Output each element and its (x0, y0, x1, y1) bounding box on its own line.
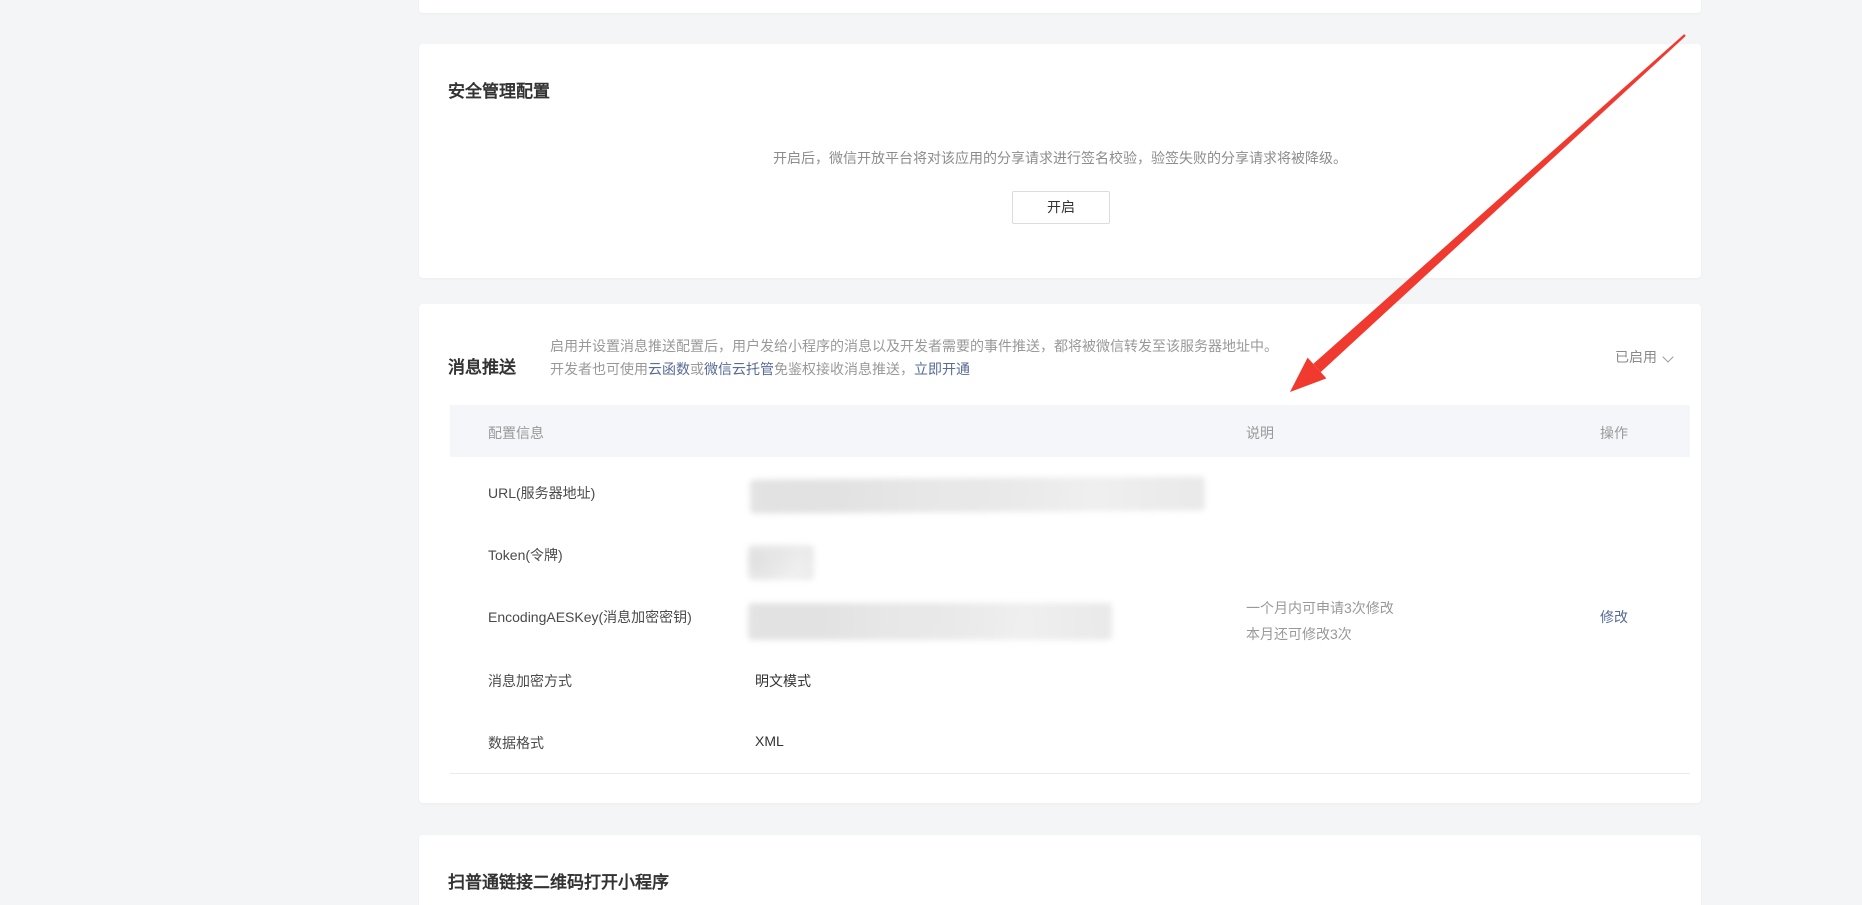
note-line1: 一个月内可申请3次修改 (1246, 595, 1394, 621)
row-label: 数据格式 (488, 733, 544, 753)
row-label: 消息加密方式 (488, 671, 572, 691)
note-line2: 本月还可修改3次 (1246, 621, 1394, 647)
column-header-config: 配置信息 (488, 423, 544, 443)
message-push-desc-line2: 开发者也可使用云函数或微信云托管免鉴权接收消息推送，立即开通 (550, 358, 1278, 381)
row-label: EncodingAESKey(消息加密密钥) (488, 607, 692, 627)
redacted-url-value (750, 476, 1205, 513)
table-row-token: Token(令牌) (450, 545, 1690, 565)
row-label: URL(服务器地址) (488, 483, 595, 503)
column-header-note: 说明 (1246, 423, 1274, 443)
message-push-title: 消息推送 (448, 353, 516, 378)
row-value: 明文模式 (755, 671, 811, 691)
message-push-card: 消息推送 启用并设置消息推送配置后，用户发给小程序的消息以及开发者需要的事件推送… (419, 304, 1701, 803)
config-table-header: 配置信息 说明 操作 (450, 405, 1690, 457)
qr-link-card: 扫普通链接二维码打开小程序 (419, 835, 1701, 905)
aeskey-modify-note: 一个月内可申请3次修改 本月还可修改3次 (1246, 595, 1394, 647)
cloud-hosting-link[interactable]: 微信云托管 (704, 361, 774, 377)
table-row-encrypt-mode: 消息加密方式 明文模式 (450, 671, 1690, 691)
security-card-description: 开启后，微信开放平台将对该应用的分享请求进行签名校验，验签失败的分享请求将被降级… (419, 148, 1701, 168)
enable-button[interactable]: 开启 (1012, 191, 1110, 224)
security-config-card: 安全管理配置 开启后，微信开放平台将对该应用的分享请求进行签名校验，验签失败的分… (419, 44, 1701, 278)
message-push-desc-line1: 启用并设置消息推送配置后，用户发给小程序的消息以及开发者需要的事件推送，都将被微… (550, 335, 1278, 358)
table-bottom-divider (450, 773, 1690, 774)
qr-card-title: 扫普通链接二维码打开小程序 (448, 868, 669, 893)
activate-now-link[interactable]: 立即开通 (914, 361, 970, 377)
redacted-token-value (748, 545, 814, 580)
chevron-down-icon (1662, 352, 1673, 363)
desc-or: 或 (690, 361, 704, 377)
cloud-function-link[interactable]: 云函数 (648, 361, 690, 377)
redacted-aeskey-value (748, 603, 1112, 640)
desc-line2-prefix: 开发者也可使用 (550, 361, 648, 377)
column-header-action: 操作 (1600, 423, 1628, 443)
previous-card-fragment (419, 0, 1701, 13)
message-push-description: 启用并设置消息推送配置后，用户发给小程序的消息以及开发者需要的事件推送，都将被微… (550, 335, 1278, 381)
modify-link[interactable]: 修改 (1600, 607, 1628, 627)
security-card-title: 安全管理配置 (448, 77, 550, 102)
desc-line2-suffix: 免鉴权接收消息推送， (774, 361, 914, 377)
status-label: 已启用 (1615, 349, 1657, 365)
status-dropdown[interactable]: 已启用 (1615, 347, 1672, 367)
row-label: Token(令牌) (488, 545, 563, 565)
table-row-data-format: 数据格式 XML (450, 733, 1690, 753)
row-value: XML (755, 733, 784, 749)
